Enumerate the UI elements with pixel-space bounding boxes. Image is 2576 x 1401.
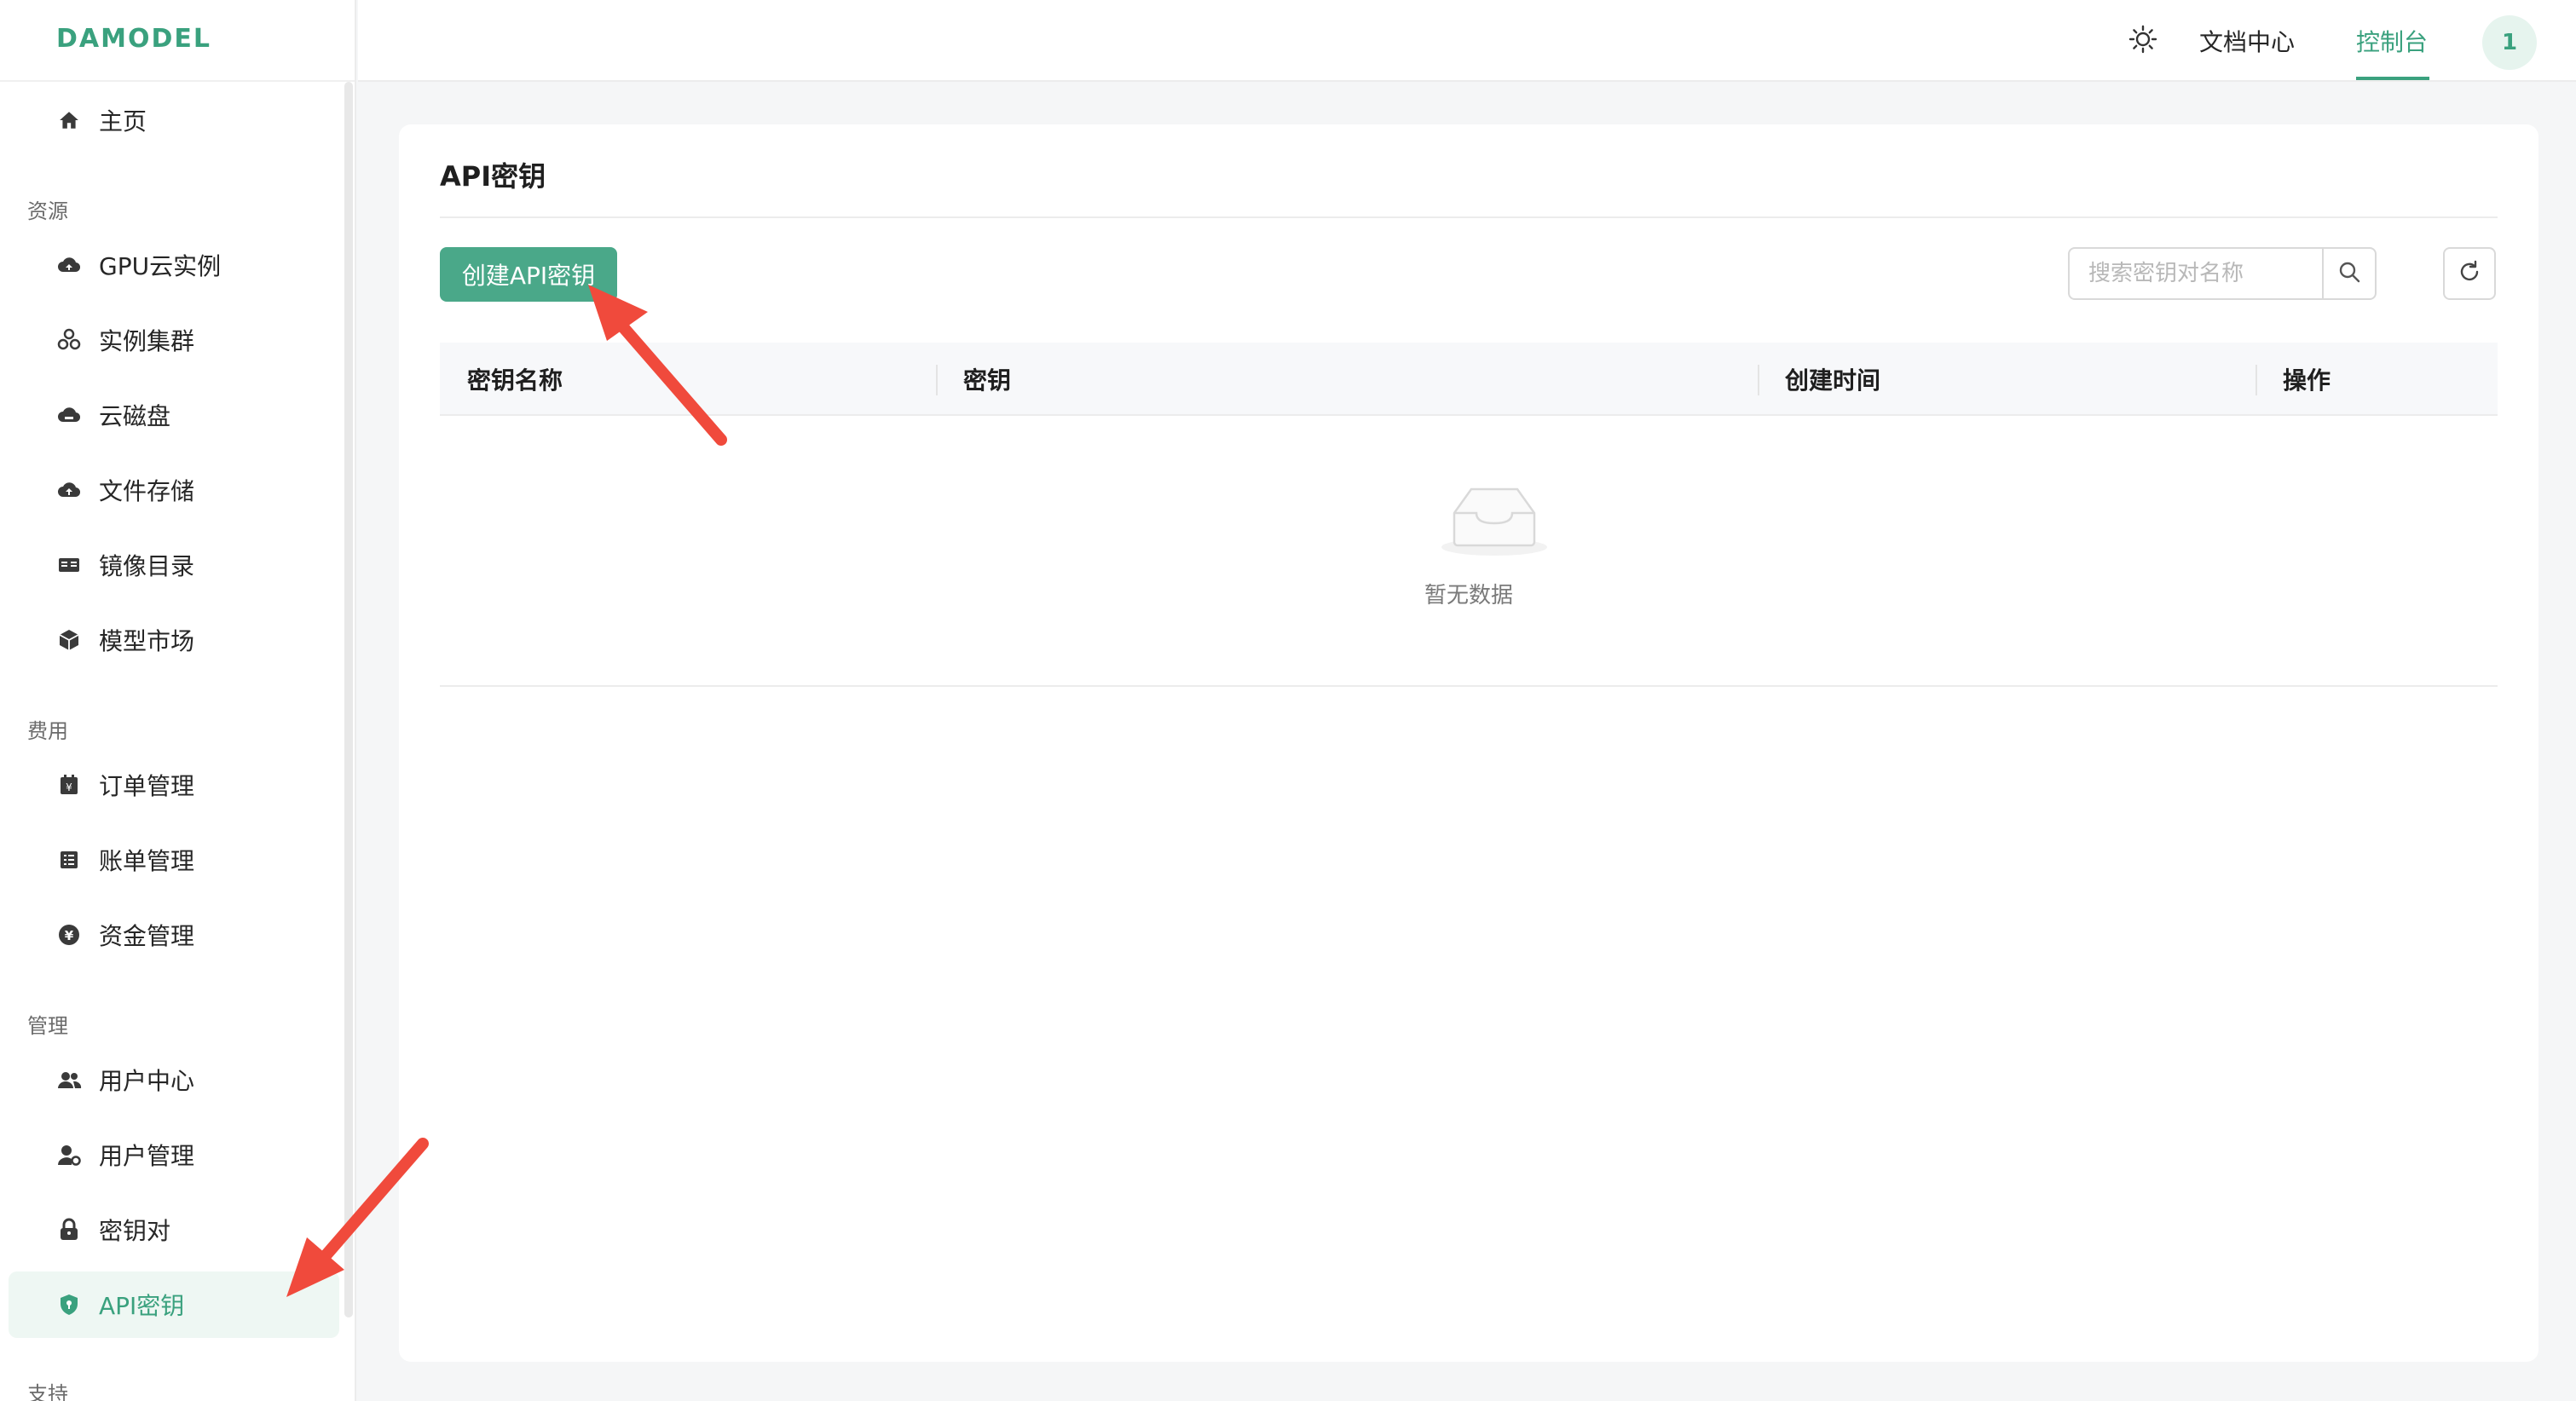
sidebar-item-bills[interactable]: 账单管理 xyxy=(9,827,339,893)
refresh-button[interactable] xyxy=(2443,247,2496,300)
active-tab-indicator xyxy=(2356,77,2429,80)
yuan-icon: ¥ xyxy=(56,922,82,948)
user-avatar[interactable]: 1 xyxy=(2482,15,2537,70)
sidebar-item-label: API密钥 xyxy=(99,1292,185,1320)
sidebar-item-gpu-instance[interactable]: GPU云实例 xyxy=(9,232,339,298)
section-title-management: 管理 xyxy=(27,1014,68,1038)
sidebar-item-api-keys[interactable]: API密钥 xyxy=(9,1271,339,1338)
sidebar-item-user-center[interactable]: 用户中心 xyxy=(9,1046,339,1113)
cloud-icon xyxy=(56,252,82,278)
cluster-icon xyxy=(56,327,82,353)
user-settings-icon xyxy=(56,1142,82,1168)
sidebar-item-label: 镜像目录 xyxy=(99,552,195,580)
sidebar-item-key-pairs[interactable]: 密钥对 xyxy=(9,1196,339,1263)
bill-icon xyxy=(56,847,82,873)
sidebar-item-label: 文件存储 xyxy=(99,477,195,505)
sidebar-item-label: 用户管理 xyxy=(99,1142,195,1170)
search-icon xyxy=(2337,260,2361,287)
sidebar-item-image-catalog[interactable]: 镜像目录 xyxy=(9,532,339,598)
shield-icon xyxy=(56,1292,82,1317)
nav-docs-link[interactable]: 文档中心 xyxy=(2199,24,2295,58)
refresh-icon xyxy=(2457,259,2482,288)
sidebar: DAMODEL 主页 资源 GPU云实例 实例集群 云磁盘 文件存储 镜像目录 … xyxy=(0,0,356,1401)
logo-divider xyxy=(0,80,355,82)
home-icon xyxy=(56,107,82,133)
column-separator xyxy=(1758,365,1759,395)
main-card: API密钥 创建API密钥 密钥名称 密钥 创建时间 操作 xyxy=(399,124,2538,1362)
sidebar-item-label: 云磁盘 xyxy=(99,402,171,430)
sidebar-item-label: 资金管理 xyxy=(99,922,195,950)
app-logo[interactable]: DAMODEL xyxy=(56,24,211,54)
sidebar-item-file-storage[interactable]: 文件存储 xyxy=(9,457,339,523)
top-header: 文档中心 控制台 1 xyxy=(358,0,2576,82)
svg-text:¥: ¥ xyxy=(66,781,72,793)
sidebar-item-label: 账单管理 xyxy=(99,847,195,875)
sidebar-item-label: 模型市场 xyxy=(99,627,195,655)
sidebar-item-cluster[interactable]: 实例集群 xyxy=(9,307,339,373)
cloud-disk-icon xyxy=(56,402,82,428)
search-box xyxy=(2068,247,2377,300)
users-icon xyxy=(56,1067,82,1093)
cloud-upload-icon xyxy=(56,477,82,503)
sidebar-item-user-management[interactable]: 用户管理 xyxy=(9,1121,339,1188)
section-title-resources: 资源 xyxy=(27,199,68,223)
column-header-key[interactable]: 密钥 xyxy=(963,343,1011,416)
column-header-key-name[interactable]: 密钥名称 xyxy=(467,343,563,416)
column-separator xyxy=(936,365,938,395)
search-input[interactable] xyxy=(2070,249,2325,298)
column-header-created-time[interactable]: 创建时间 xyxy=(1785,343,1880,416)
empty-state: 暂无数据 xyxy=(440,416,2498,687)
nav-console-link[interactable]: 控制台 xyxy=(2356,24,2428,58)
sidebar-item-model-market[interactable]: 模型市场 xyxy=(9,607,339,673)
empty-inbox-icon xyxy=(1439,482,1550,557)
sidebar-item-label: 实例集群 xyxy=(99,327,195,355)
column-header-actions[interactable]: 操作 xyxy=(2283,343,2331,416)
sidebar-item-cloud-disk[interactable]: 云磁盘 xyxy=(9,382,339,448)
sidebar-item-label: 订单管理 xyxy=(99,772,195,800)
lock-icon xyxy=(56,1217,82,1242)
column-separator xyxy=(2255,365,2257,395)
section-title-support: 支持 xyxy=(27,1382,68,1401)
page-title: API密钥 xyxy=(440,160,546,193)
theme-toggle-button[interactable] xyxy=(2126,24,2160,58)
book-icon xyxy=(56,552,82,578)
search-button[interactable] xyxy=(2322,249,2375,298)
cube-icon xyxy=(56,627,82,653)
section-title-billing: 费用 xyxy=(27,719,68,743)
sidebar-item-label: 用户中心 xyxy=(99,1067,195,1095)
sidebar-item-home[interactable]: 主页 xyxy=(9,87,339,153)
sidebar-item-funds[interactable]: ¥ 资金管理 xyxy=(9,902,339,968)
sidebar-scrollbar[interactable] xyxy=(344,82,353,1317)
sidebar-item-label: GPU云实例 xyxy=(99,252,222,280)
sidebar-item-label: 密钥对 xyxy=(99,1217,171,1245)
title-divider xyxy=(440,216,2498,218)
create-api-key-button[interactable]: 创建API密钥 xyxy=(440,247,617,302)
order-icon: ¥ xyxy=(56,772,82,798)
sidebar-item-orders[interactable]: ¥ 订单管理 xyxy=(9,752,339,818)
table-header: 密钥名称 密钥 创建时间 操作 xyxy=(440,343,2498,416)
svg-text:¥: ¥ xyxy=(65,928,74,943)
sun-icon xyxy=(2128,25,2157,57)
sidebar-item-label: 主页 xyxy=(99,107,147,135)
empty-state-text: 暂无数据 xyxy=(1424,583,1513,608)
